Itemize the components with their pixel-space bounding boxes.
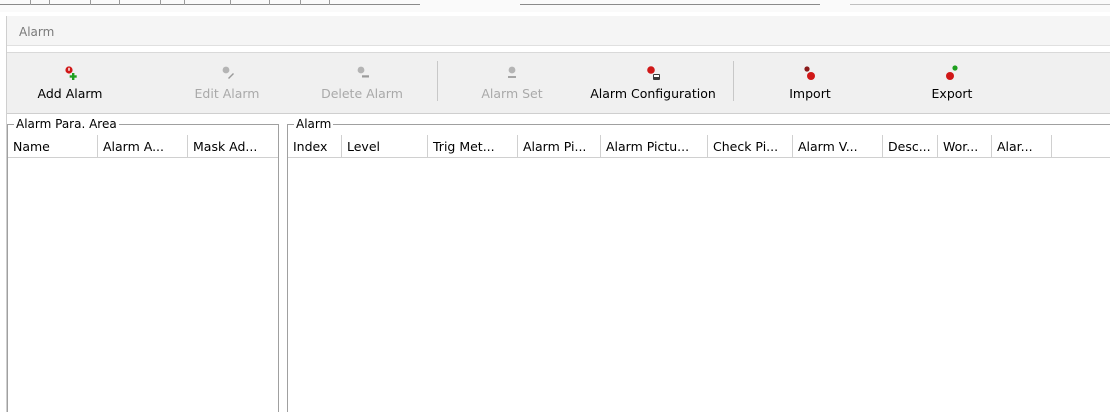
column-header-alarm-value[interactable]: Alarm V... <box>793 135 883 158</box>
alarm-para-area-list[interactable] <box>8 159 278 412</box>
column-header-alarm[interactable]: Alar... <box>992 135 1052 158</box>
edit-alarm-label: Edit Alarm <box>194 86 260 101</box>
delete-alarm-label: Delete Alarm <box>321 86 403 101</box>
column-header-alarm-address[interactable]: Alarm A... <box>98 135 188 158</box>
edit-alarm-button[interactable]: Edit Alarm <box>177 53 277 115</box>
delete-alarm-icon <box>357 66 369 78</box>
column-header-level[interactable]: Level <box>342 135 428 158</box>
alarm-table-body[interactable] <box>288 159 1110 412</box>
alarm-set-button[interactable]: Alarm Set <box>457 53 567 115</box>
import-label: Import <box>789 86 831 101</box>
alarm-set-label: Alarm Set <box>481 86 543 101</box>
alarm-panel-title: Alarm <box>294 117 334 131</box>
strip-mark <box>230 0 270 5</box>
alarm-table-header: Index Level Trig Met... Alarm Pi... Alar… <box>288 135 1110 158</box>
add-alarm-button[interactable]: Add Alarm <box>15 53 125 115</box>
alarm-para-area-header: Name Alarm A... Mask Ad... <box>8 135 278 158</box>
toolbar-separator <box>437 61 438 101</box>
alarm-window: Alarm Add Alarm Edit Alarm Delete Alarm … <box>6 16 1110 412</box>
strip-line <box>850 4 1110 5</box>
column-header-mask-address[interactable]: Mask Ad... <box>188 135 278 158</box>
alarm-para-area-title: Alarm Para. Area <box>14 117 119 131</box>
column-header-index[interactable]: Index <box>288 135 342 158</box>
export-icon <box>946 65 958 80</box>
import-icon <box>804 66 815 80</box>
strip-mark <box>90 0 120 5</box>
column-header-word[interactable]: Wor... <box>938 135 992 158</box>
add-alarm-icon <box>65 66 77 80</box>
strip-line <box>0 4 420 5</box>
column-header-name[interactable]: Name <box>8 135 98 158</box>
add-alarm-label: Add Alarm <box>37 86 103 101</box>
export-button[interactable]: Export <box>907 53 997 115</box>
window-title: Alarm <box>19 25 55 39</box>
alarm-panel: Alarm Index Level Trig Met... Alarm Pi..… <box>287 117 1110 412</box>
column-header-description[interactable]: Desc... <box>883 135 938 158</box>
column-header-check-picture[interactable]: Check Pi... <box>708 135 793 158</box>
import-button[interactable]: Import <box>765 53 855 115</box>
toolbar: Add Alarm Edit Alarm Delete Alarm Alarm … <box>7 52 1110 114</box>
strip-line <box>520 4 820 5</box>
strip-mark <box>300 0 330 5</box>
title-bar: Alarm <box>7 16 1110 46</box>
alarm-para-area-panel: Alarm Para. Area Name Alarm A... Mask Ad… <box>7 117 279 412</box>
alarm-configuration-icon <box>647 66 660 80</box>
strip-mark <box>160 0 185 5</box>
export-label: Export <box>931 86 973 101</box>
column-header-alarm-picture[interactable]: Alarm Pi... <box>518 135 601 158</box>
delete-alarm-button[interactable]: Delete Alarm <box>307 53 417 115</box>
cropped-top-strip <box>0 0 1110 12</box>
alarm-configuration-label: Alarm Configuration <box>590 86 716 101</box>
alarm-set-icon <box>508 66 516 78</box>
column-header-trig-method[interactable]: Trig Met... <box>428 135 518 158</box>
toolbar-separator <box>733 61 734 101</box>
alarm-configuration-button[interactable]: Alarm Configuration <box>573 53 733 115</box>
strip-mark <box>30 0 50 5</box>
edit-alarm-icon <box>222 66 234 79</box>
column-header-alarm-picture-2[interactable]: Alarm Pictu... <box>601 135 708 158</box>
